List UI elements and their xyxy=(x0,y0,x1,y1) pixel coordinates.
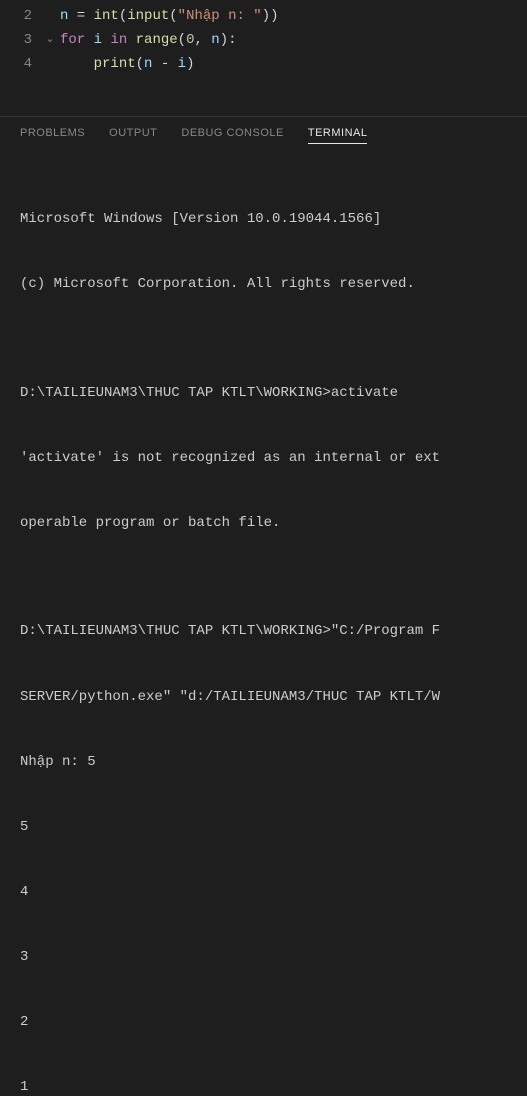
fold-gutter[interactable]: ⌄ xyxy=(40,28,60,52)
terminal-line: SERVER/python.exe" "d:/TAILIEUNAM3/THUC … xyxy=(20,687,507,709)
terminal-line: Nhập n: 5 xyxy=(20,752,507,774)
terminal-line: Microsoft Windows [Version 10.0.19044.15… xyxy=(20,209,507,231)
terminal-line: 'activate' is not recognized as an inter… xyxy=(20,448,507,470)
line-number: 4 xyxy=(0,52,40,76)
tab-problems[interactable]: PROBLEMS xyxy=(20,127,85,144)
code-line[interactable]: 3 ⌄ for i in range(0, n): xyxy=(0,28,527,52)
code-content[interactable]: print(n - i) xyxy=(60,52,194,76)
code-line[interactable]: 4 print(n - i) xyxy=(0,52,527,76)
panel-tabs: PROBLEMS OUTPUT DEBUG CONSOLE TERMINAL xyxy=(0,117,527,152)
terminal-output[interactable]: Microsoft Windows [Version 10.0.19044.15… xyxy=(0,152,527,1096)
terminal-line: 5 xyxy=(20,817,507,839)
terminal-line: 1 xyxy=(20,1077,507,1096)
chevron-down-icon[interactable]: ⌄ xyxy=(45,28,54,52)
terminal-line: 4 xyxy=(20,882,507,904)
terminal-line: D:\TAILIEUNAM3\THUC TAP KTLT\WORKING>"C:… xyxy=(20,621,507,643)
tab-terminal[interactable]: TERMINAL xyxy=(308,127,368,144)
code-editor[interactable]: 2 n = int(input("Nhập n: ")) 3 ⌄ for i i… xyxy=(0,0,527,76)
terminal-line: D:\TAILIEUNAM3\THUC TAP KTLT\WORKING>act… xyxy=(20,383,507,405)
bottom-panel: PROBLEMS OUTPUT DEBUG CONSOLE TERMINAL M… xyxy=(0,116,527,1096)
tab-debug-console[interactable]: DEBUG CONSOLE xyxy=(181,127,283,144)
terminal-line: 3 xyxy=(20,947,507,969)
terminal-line: operable program or batch file. xyxy=(20,513,507,535)
line-number: 3 xyxy=(0,28,40,52)
terminal-line: 2 xyxy=(20,1012,507,1034)
code-content[interactable]: n = int(input("Nhập n: ")) xyxy=(60,4,279,28)
tab-output[interactable]: OUTPUT xyxy=(109,127,157,144)
line-number: 2 xyxy=(0,4,40,28)
code-content[interactable]: for i in range(0, n): xyxy=(60,28,237,52)
code-line[interactable]: 2 n = int(input("Nhập n: ")) xyxy=(0,4,527,28)
terminal-line: (c) Microsoft Corporation. All rights re… xyxy=(20,274,507,296)
